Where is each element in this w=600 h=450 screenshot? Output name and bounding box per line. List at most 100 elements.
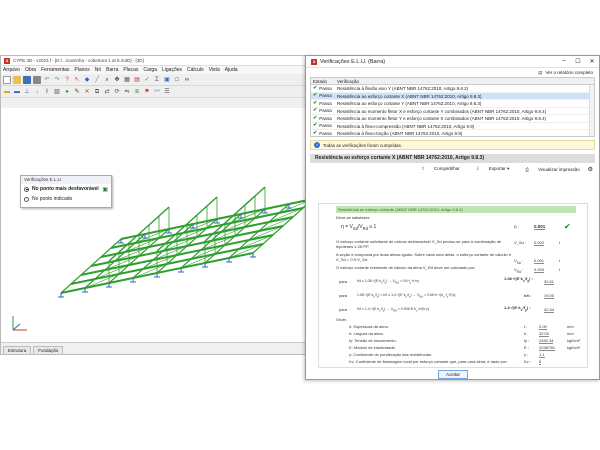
redo-icon[interactable]: ↷ <box>53 76 61 84</box>
menu-carga[interactable]: Carga <box>143 67 157 73</box>
toolbar-bottom: ▬ ▬ ⊥ ↓ I ▧ ● ✎ ✕ ⧉ ⇄ ⟳ ⇋ ⧈ ⚑ 〰 ☰ <box>1 86 314 98</box>
zoom-icon[interactable]: ⌕ <box>103 76 111 84</box>
vsd2-value: 0.001 <box>534 258 545 264</box>
onde-label: Onde: <box>336 317 347 322</box>
table-scrollbar[interactable] <box>589 85 594 136</box>
new-file-icon[interactable] <box>3 75 11 84</box>
node-tool-icon[interactable]: ● <box>63 88 71 96</box>
param-unit: kgf/cm² <box>567 338 581 343</box>
radio-icon[interactable] <box>24 196 29 202</box>
param-value: 2038736 <box>539 345 555 351</box>
param-symbol: E : <box>524 345 529 350</box>
help-icon[interactable]: ? <box>63 76 71 84</box>
print-icon[interactable] <box>33 75 41 84</box>
report-line-1: O esforço cortante solicitante de cálcul… <box>336 239 502 249</box>
menu-placas[interactable]: Placas <box>123 67 138 73</box>
check-icon[interactable]: ✓ <box>143 76 151 84</box>
table-row-selected[interactable]: ✔ Passa Resistência ao esforço cortante X … <box>311 92 594 100</box>
param-description: E: Módulo de elasticidade. <box>349 345 396 350</box>
export-button[interactable]: ⇩ Exportar ▾ <box>468 166 510 172</box>
param-symbol: fy : <box>524 338 530 343</box>
dialog-titlebar: 3 Verificações E.L.U. (Barra) – ☐ ✕ <box>306 56 599 68</box>
tab-fundacao[interactable]: Fundação <box>33 346 64 354</box>
param-unit: kgf/cm² <box>567 345 581 350</box>
layers-icon[interactable]: ▤ <box>133 76 141 84</box>
table-row[interactable]: ✔ Passa Resistência à flexão eixo Y (ABNT … <box>311 85 594 93</box>
material-tool-icon[interactable]: ▧ <box>53 88 61 96</box>
save-icon[interactable] <box>23 75 31 84</box>
menu-obra[interactable]: Obra <box>25 67 36 73</box>
table-row[interactable]: ✔ Passa Resistência ao momento fletor X e … <box>311 107 594 115</box>
report-link[interactable]: ▤ Ver o relatório completo <box>306 68 599 77</box>
results-tool-icon[interactable]: ⚑ <box>143 88 151 96</box>
table-row[interactable]: ✔ Passa Resistência à flexo-tração (ABNT N… <box>311 130 594 137</box>
node-icon[interactable]: ◆ <box>83 76 91 84</box>
eta-value: 0.001 <box>534 224 546 230</box>
menu-vista[interactable]: Vista <box>209 67 220 73</box>
3d-viewport[interactable] <box>1 108 314 342</box>
maximize-icon[interactable]: ☐ <box>571 58 585 65</box>
condition-formula-2: 1.08·√(E·kv/fy) < h/t ≤ 1.4·√(E·kv/fy) →… <box>357 293 456 299</box>
undo-icon[interactable]: ↶ <box>43 76 51 84</box>
grid-icon[interactable]: ▦ <box>123 76 131 84</box>
edit-tool-icon[interactable]: ✎ <box>73 88 81 96</box>
section-tool-icon[interactable]: I <box>43 88 51 96</box>
report-tool-icon[interactable]: ☰ <box>163 88 171 96</box>
option-ponto-desfavoravel[interactable]: No ponto mais desfavorável ▣ <box>21 184 111 194</box>
box-icon[interactable]: □ <box>173 76 181 84</box>
group-tool-icon[interactable]: ⧈ <box>133 88 141 96</box>
menu-ligacoes[interactable]: Ligações <box>162 67 182 73</box>
accept-button[interactable]: Aceitar <box>438 370 468 379</box>
menu-no[interactable]: Nó <box>95 67 101 73</box>
table-row[interactable]: ✔ Passa Resistência ao esforço cortante Y … <box>311 100 594 108</box>
ratio-symbol-2: h/t : <box>524 293 532 298</box>
report-line-2: A seção é composta por duas almas iguais… <box>336 252 511 262</box>
menu-planos[interactable]: Planos <box>74 67 89 73</box>
pan-icon[interactable]: ✥ <box>113 76 121 84</box>
bar-tool-icon-2[interactable]: ▬ <box>13 88 21 96</box>
share-button[interactable]: ⇪ Compartilhar <box>413 166 460 172</box>
load-tool-icon[interactable]: ↓ <box>33 88 41 96</box>
menu-barra[interactable]: Barra <box>106 67 118 73</box>
diagram-tool-icon[interactable]: 〰 <box>153 88 161 96</box>
param-description: h: Espessura da alma. <box>349 324 389 329</box>
panel-action-icon[interactable]: ▣ <box>102 186 108 193</box>
header-verificacao[interactable]: Verificação <box>337 78 594 84</box>
binoculars-icon[interactable]: ∞ <box>183 76 191 84</box>
move-tool-icon[interactable]: ⇄ <box>103 88 111 96</box>
calc-icon[interactable]: Σ <box>153 76 161 84</box>
verification-report: Resistência ao esforço cortante (ABNT NB… <box>318 203 588 368</box>
print-preview-icon: ⎙ <box>525 166 531 172</box>
param-symbol: γ : <box>524 352 529 357</box>
report-icon: ▤ <box>538 69 543 75</box>
print-preview-button[interactable]: ⎙ Visualizar impressão <box>517 167 579 172</box>
section-title: Resistência ao esforço cortante X (ABNT … <box>310 154 595 163</box>
tab-estrutura[interactable]: Estrutura <box>3 346 32 354</box>
delete-tool-icon[interactable]: ✕ <box>83 88 91 96</box>
select-icon[interactable]: ↖ <box>73 76 81 84</box>
bar-icon[interactable]: ╱ <box>93 76 101 84</box>
mirror-tool-icon[interactable]: ⇋ <box>123 88 131 96</box>
menu-ferramentas[interactable]: Ferramentas <box>41 67 69 73</box>
menu-calculo[interactable]: Cálculo <box>187 67 204 73</box>
menu-arquivo[interactable]: Arquivo <box>3 67 20 73</box>
radio-selected-icon[interactable] <box>24 186 29 192</box>
table-row[interactable]: ✔ Passa Resistência ao momento fletor Y e … <box>311 115 594 123</box>
view3d-icon[interactable]: ▣ <box>163 76 171 84</box>
copy-tool-icon[interactable]: ⧉ <box>93 88 101 96</box>
bar-tool-icon-1[interactable]: ▬ <box>3 88 11 96</box>
close-icon[interactable]: ✕ <box>585 58 599 65</box>
rotate-tool-icon[interactable]: ⟳ <box>113 88 121 96</box>
menu-ajuda[interactable]: Ajuda <box>225 67 238 73</box>
param-unit: mm <box>567 331 574 336</box>
header-estado[interactable]: Estado <box>311 78 337 84</box>
vrd-value: 0.925 <box>534 267 545 273</box>
minimize-icon[interactable]: – <box>557 58 571 65</box>
info-icon: i <box>314 142 320 148</box>
settings-gear-icon[interactable]: ⚙ <box>588 166 593 173</box>
vsd-unit: t <box>559 240 561 245</box>
option-ponto-indicado[interactable]: No ponto indicado <box>21 194 111 204</box>
open-folder-icon[interactable] <box>13 75 21 84</box>
support-tool-icon[interactable]: ⊥ <box>23 88 31 96</box>
table-row[interactable]: ✔ Passa Resistência à flexo-compressão (AB… <box>311 122 594 130</box>
